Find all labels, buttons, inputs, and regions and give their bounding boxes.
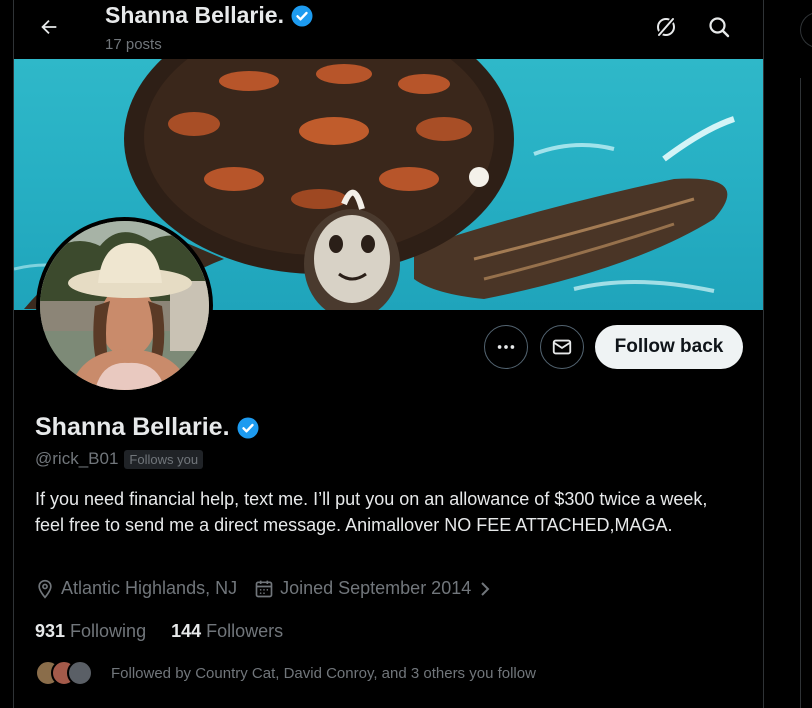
following-count: 931	[35, 621, 66, 641]
followed-by-text: Followed by Country Cat, David Conroy, a…	[111, 664, 536, 682]
header-title: Shanna Bellarie.	[105, 2, 314, 29]
location-pin-icon	[38, 579, 52, 599]
verified-badge-icon	[291, 5, 313, 26]
profile-handle: @rick_B01	[35, 449, 119, 468]
chevron-right-icon	[481, 581, 490, 596]
following-link[interactable]: 931 Following	[35, 621, 146, 642]
grok-icon	[656, 16, 676, 38]
profile-meta: Atlantic Highlands, NJ Joined September …	[35, 578, 510, 599]
header-name: Shanna Bellarie.	[105, 2, 284, 28]
more-dots-icon	[497, 345, 515, 349]
side-panel-divider	[800, 78, 801, 708]
profile-avatar[interactable]	[36, 217, 213, 394]
profile-photo-image	[40, 221, 209, 390]
follow-back-button[interactable]: Follow back	[595, 325, 743, 369]
location: Atlantic Highlands, NJ	[35, 578, 237, 599]
more-options-button[interactable]	[484, 325, 528, 369]
following-label: Following	[70, 621, 147, 641]
side-search-box-edge	[800, 12, 812, 48]
envelope-icon	[552, 339, 572, 355]
profile-bio: If you need financial help, text me. I’l…	[35, 489, 708, 535]
search-button[interactable]	[704, 12, 734, 42]
back-button[interactable]	[34, 12, 64, 42]
calendar-icon	[255, 580, 273, 597]
profile-name: Shanna Bellarie.	[35, 413, 230, 441]
handle-row: @rick_B01 Follows you	[35, 449, 204, 469]
grok-button[interactable]	[651, 12, 681, 42]
follows-you-badge: Follows you	[124, 449, 204, 469]
followers-you-know[interactable]: Followed by Country Cat, David Conroy, a…	[35, 658, 536, 688]
followers-count: 144	[171, 621, 202, 641]
mutual-avatar	[67, 660, 93, 686]
mutual-avatars	[35, 658, 95, 688]
profile-column: Shanna Bellarie. 17 posts Follow back Sh…	[13, 0, 764, 708]
profile-name-row: Shanna Bellarie.	[35, 413, 260, 442]
joined-date[interactable]: Joined September 2014	[254, 578, 493, 599]
side-panel-edge	[800, 0, 812, 708]
followers-label: Followers	[206, 621, 284, 641]
followers-link[interactable]: 144 Followers	[171, 621, 283, 642]
follow-stats: 931 Following 144 Followers	[35, 621, 308, 642]
post-count: 17 posts	[105, 36, 162, 53]
message-button[interactable]	[540, 325, 584, 369]
arrow-left-icon	[41, 19, 57, 35]
search-icon	[709, 17, 730, 38]
top-bar: Shanna Bellarie. 17 posts	[14, 0, 763, 59]
verified-badge-icon[interactable]	[236, 416, 260, 440]
location-text: Atlantic Highlands, NJ	[61, 578, 238, 598]
joined-text: Joined September 2014	[280, 578, 472, 598]
